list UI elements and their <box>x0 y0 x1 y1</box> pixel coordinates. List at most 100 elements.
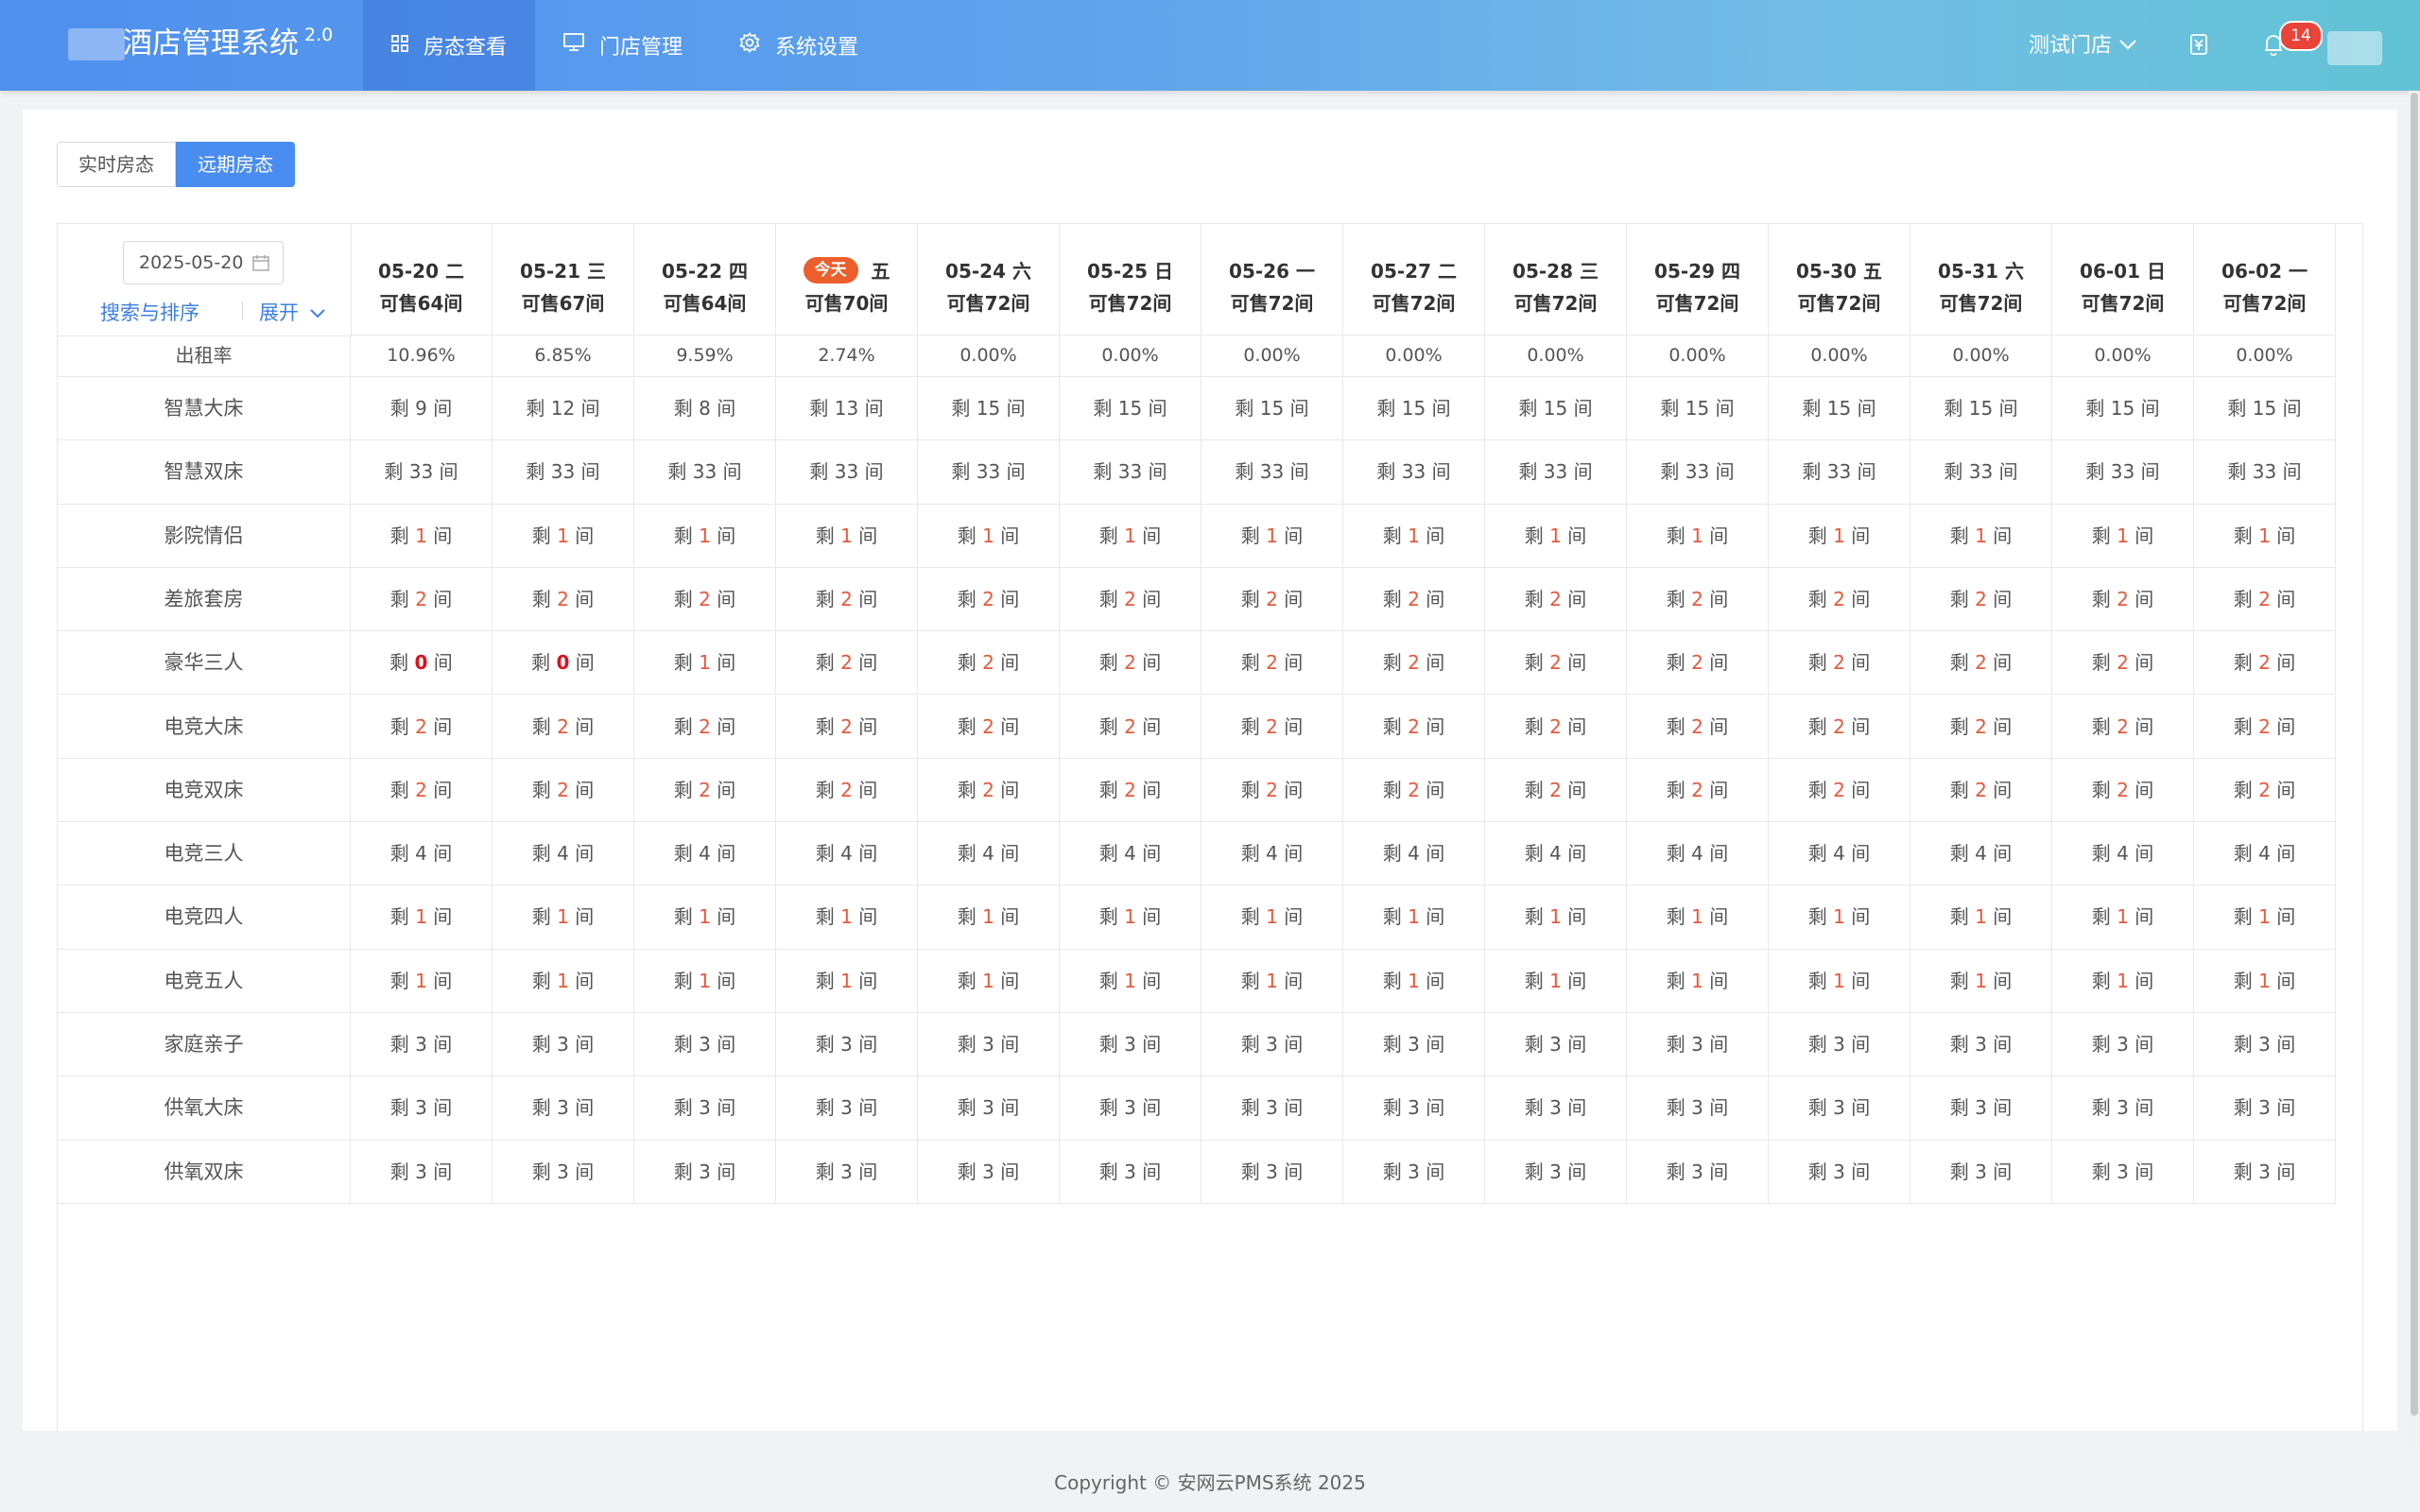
room-availability-cell[interactable]: 剩 3 间 <box>1910 1076 2052 1141</box>
avatar[interactable] <box>2327 31 2382 65</box>
room-availability-cell[interactable]: 剩 1 间 <box>1627 504 1769 568</box>
room-availability-cell[interactable]: 剩 2 间 <box>1201 695 1343 759</box>
room-availability-cell[interactable]: 剩 1 间 <box>493 885 634 950</box>
room-availability-cell[interactable]: 剩 33 间 <box>1910 440 2052 505</box>
room-availability-cell[interactable]: 剩 1 间 <box>1910 885 2052 950</box>
room-availability-cell[interactable]: 剩 4 间 <box>1201 822 1343 886</box>
room-availability-cell[interactable]: 剩 4 间 <box>918 822 1060 886</box>
room-availability-cell[interactable]: 剩 3 间 <box>2052 1013 2194 1077</box>
room-availability-cell[interactable]: 剩 1 间 <box>1485 949 1627 1013</box>
room-availability-cell[interactable]: 剩 3 间 <box>1485 1013 1627 1077</box>
room-availability-cell[interactable]: 剩 2 间 <box>1201 631 1343 696</box>
room-availability-cell[interactable]: 剩 2 间 <box>634 567 776 632</box>
room-availability-cell[interactable]: 剩 2 间 <box>1485 695 1627 759</box>
room-availability-cell[interactable]: 剩 2 间 <box>1343 567 1485 632</box>
room-availability-cell[interactable]: 剩 2 间 <box>1627 567 1769 632</box>
room-availability-cell[interactable]: 剩 2 间 <box>1201 758 1343 823</box>
room-availability-cell[interactable]: 剩 1 间 <box>351 949 493 1013</box>
expand-link[interactable]: 展开 <box>259 298 325 326</box>
room-availability-cell[interactable]: 剩 3 间 <box>351 1076 493 1141</box>
room-availability-cell[interactable]: 剩 2 间 <box>1769 695 1910 759</box>
room-availability-cell[interactable]: 剩 33 间 <box>1627 440 1769 505</box>
room-availability-cell[interactable]: 剩 3 间 <box>1343 1076 1485 1141</box>
room-availability-cell[interactable]: 剩 2 间 <box>1485 631 1627 696</box>
room-availability-cell[interactable]: 剩 2 间 <box>918 758 1060 823</box>
room-availability-cell[interactable]: 剩 2 间 <box>1627 758 1769 823</box>
room-availability-cell[interactable]: 剩 1 间 <box>1910 504 2052 568</box>
room-availability-cell[interactable]: 剩 9 间 <box>351 377 493 441</box>
room-availability-cell[interactable]: 剩 3 间 <box>918 1140 1060 1204</box>
room-availability-cell[interactable]: 剩 2 间 <box>1485 758 1627 823</box>
room-availability-cell[interactable]: 剩 3 间 <box>1060 1140 1201 1204</box>
store-selector[interactable]: 测试门店 <box>2029 28 2136 59</box>
room-availability-cell[interactable]: 剩 3 间 <box>1627 1140 1769 1204</box>
room-availability-cell[interactable]: 剩 2 间 <box>1060 567 1201 632</box>
date-picker[interactable]: 2025-05-20 <box>123 241 284 284</box>
room-availability-cell[interactable]: 剩 2 间 <box>2052 758 2194 823</box>
room-availability-cell[interactable]: 剩 1 间 <box>1485 885 1627 950</box>
room-availability-cell[interactable]: 剩 1 间 <box>1769 504 1910 568</box>
room-availability-cell[interactable]: 剩 4 间 <box>1769 822 1910 886</box>
room-availability-cell[interactable]: 剩 2 间 <box>1201 567 1343 632</box>
room-availability-cell[interactable]: 剩 0 间 <box>351 631 493 696</box>
room-availability-cell[interactable]: 剩 2 间 <box>2194 758 2336 823</box>
search-sort-link[interactable]: 搜索与排序 <box>100 298 199 326</box>
room-availability-cell[interactable]: 剩 4 间 <box>634 822 776 886</box>
room-availability-cell[interactable]: 剩 15 间 <box>918 377 1060 441</box>
room-availability-cell[interactable]: 剩 33 间 <box>1060 440 1201 505</box>
room-availability-cell[interactable]: 剩 1 间 <box>1769 949 1910 1013</box>
room-availability-cell[interactable]: 剩 33 间 <box>1343 440 1485 505</box>
room-availability-cell[interactable]: 剩 1 间 <box>351 504 493 568</box>
room-availability-cell[interactable]: 剩 0 间 <box>493 631 634 696</box>
room-availability-cell[interactable]: 剩 1 间 <box>1201 504 1343 568</box>
room-availability-cell[interactable]: 剩 1 间 <box>351 885 493 950</box>
room-availability-cell[interactable]: 剩 13 间 <box>776 377 918 441</box>
tab-future-status[interactable]: 远期房态 <box>176 142 295 187</box>
date-column-header[interactable]: 05-31 六可售72间 <box>1910 224 2052 335</box>
room-availability-cell[interactable]: 剩 3 间 <box>1769 1140 1910 1204</box>
room-availability-cell[interactable]: 剩 1 间 <box>1627 885 1769 950</box>
date-column-header[interactable]: 05-20 二可售64间 <box>351 224 493 335</box>
room-availability-cell[interactable]: 剩 3 间 <box>2194 1013 2336 1077</box>
room-availability-cell[interactable]: 剩 2 间 <box>2052 695 2194 759</box>
room-availability-cell[interactable]: 剩 33 间 <box>1485 440 1627 505</box>
room-availability-cell[interactable]: 剩 3 间 <box>493 1013 634 1077</box>
room-availability-cell[interactable]: 剩 3 间 <box>1201 1140 1343 1204</box>
room-availability-cell[interactable]: 剩 3 间 <box>2194 1076 2336 1141</box>
room-availability-cell[interactable]: 剩 3 间 <box>634 1076 776 1141</box>
room-availability-cell[interactable]: 剩 15 间 <box>1769 377 1910 441</box>
room-availability-cell[interactable]: 剩 1 间 <box>1343 949 1485 1013</box>
room-availability-cell[interactable]: 剩 2 间 <box>1627 631 1769 696</box>
room-availability-cell[interactable]: 剩 1 间 <box>1201 885 1343 950</box>
room-availability-cell[interactable]: 剩 3 间 <box>351 1140 493 1204</box>
room-availability-cell[interactable]: 剩 3 间 <box>918 1013 1060 1077</box>
room-availability-cell[interactable]: 剩 3 间 <box>1060 1013 1201 1077</box>
room-availability-cell[interactable]: 剩 2 间 <box>2194 695 2336 759</box>
room-availability-cell[interactable]: 剩 3 间 <box>2052 1076 2194 1141</box>
room-availability-cell[interactable]: 剩 1 间 <box>776 504 918 568</box>
room-availability-cell[interactable]: 剩 1 间 <box>1627 949 1769 1013</box>
room-availability-cell[interactable]: 剩 3 间 <box>1769 1013 1910 1077</box>
room-availability-cell[interactable]: 剩 3 间 <box>1910 1013 2052 1077</box>
room-availability-cell[interactable]: 剩 3 间 <box>776 1076 918 1141</box>
room-availability-cell[interactable]: 剩 4 间 <box>2194 822 2336 886</box>
room-availability-cell[interactable]: 剩 1 间 <box>1769 885 1910 950</box>
date-column-header[interactable]: 06-02 一可售72间 <box>2194 224 2336 335</box>
room-availability-cell[interactable]: 剩 1 间 <box>2052 885 2194 950</box>
room-availability-cell[interactable]: 剩 2 间 <box>1769 567 1910 632</box>
room-availability-cell[interactable]: 剩 1 间 <box>634 885 776 950</box>
room-availability-cell[interactable]: 剩 4 间 <box>493 822 634 886</box>
room-availability-cell[interactable]: 剩 2 间 <box>1769 758 1910 823</box>
room-availability-cell[interactable]: 剩 1 间 <box>493 504 634 568</box>
room-availability-cell[interactable]: 剩 2 间 <box>493 567 634 632</box>
room-availability-cell[interactable]: 剩 3 间 <box>1343 1140 1485 1204</box>
date-column-header[interactable]: 05-26 一可售72间 <box>1201 224 1343 335</box>
room-availability-cell[interactable]: 剩 1 间 <box>2194 949 2336 1013</box>
room-availability-cell[interactable]: 剩 1 间 <box>2052 949 2194 1013</box>
date-column-header[interactable]: 05-28 三可售72间 <box>1485 224 1627 335</box>
room-availability-cell[interactable]: 剩 1 间 <box>918 504 1060 568</box>
room-availability-cell[interactable]: 剩 4 间 <box>2052 822 2194 886</box>
date-column-header[interactable]: 05-22 四可售64间 <box>634 224 776 335</box>
room-availability-cell[interactable]: 剩 3 间 <box>1769 1076 1910 1141</box>
room-availability-cell[interactable]: 剩 2 间 <box>776 631 918 696</box>
